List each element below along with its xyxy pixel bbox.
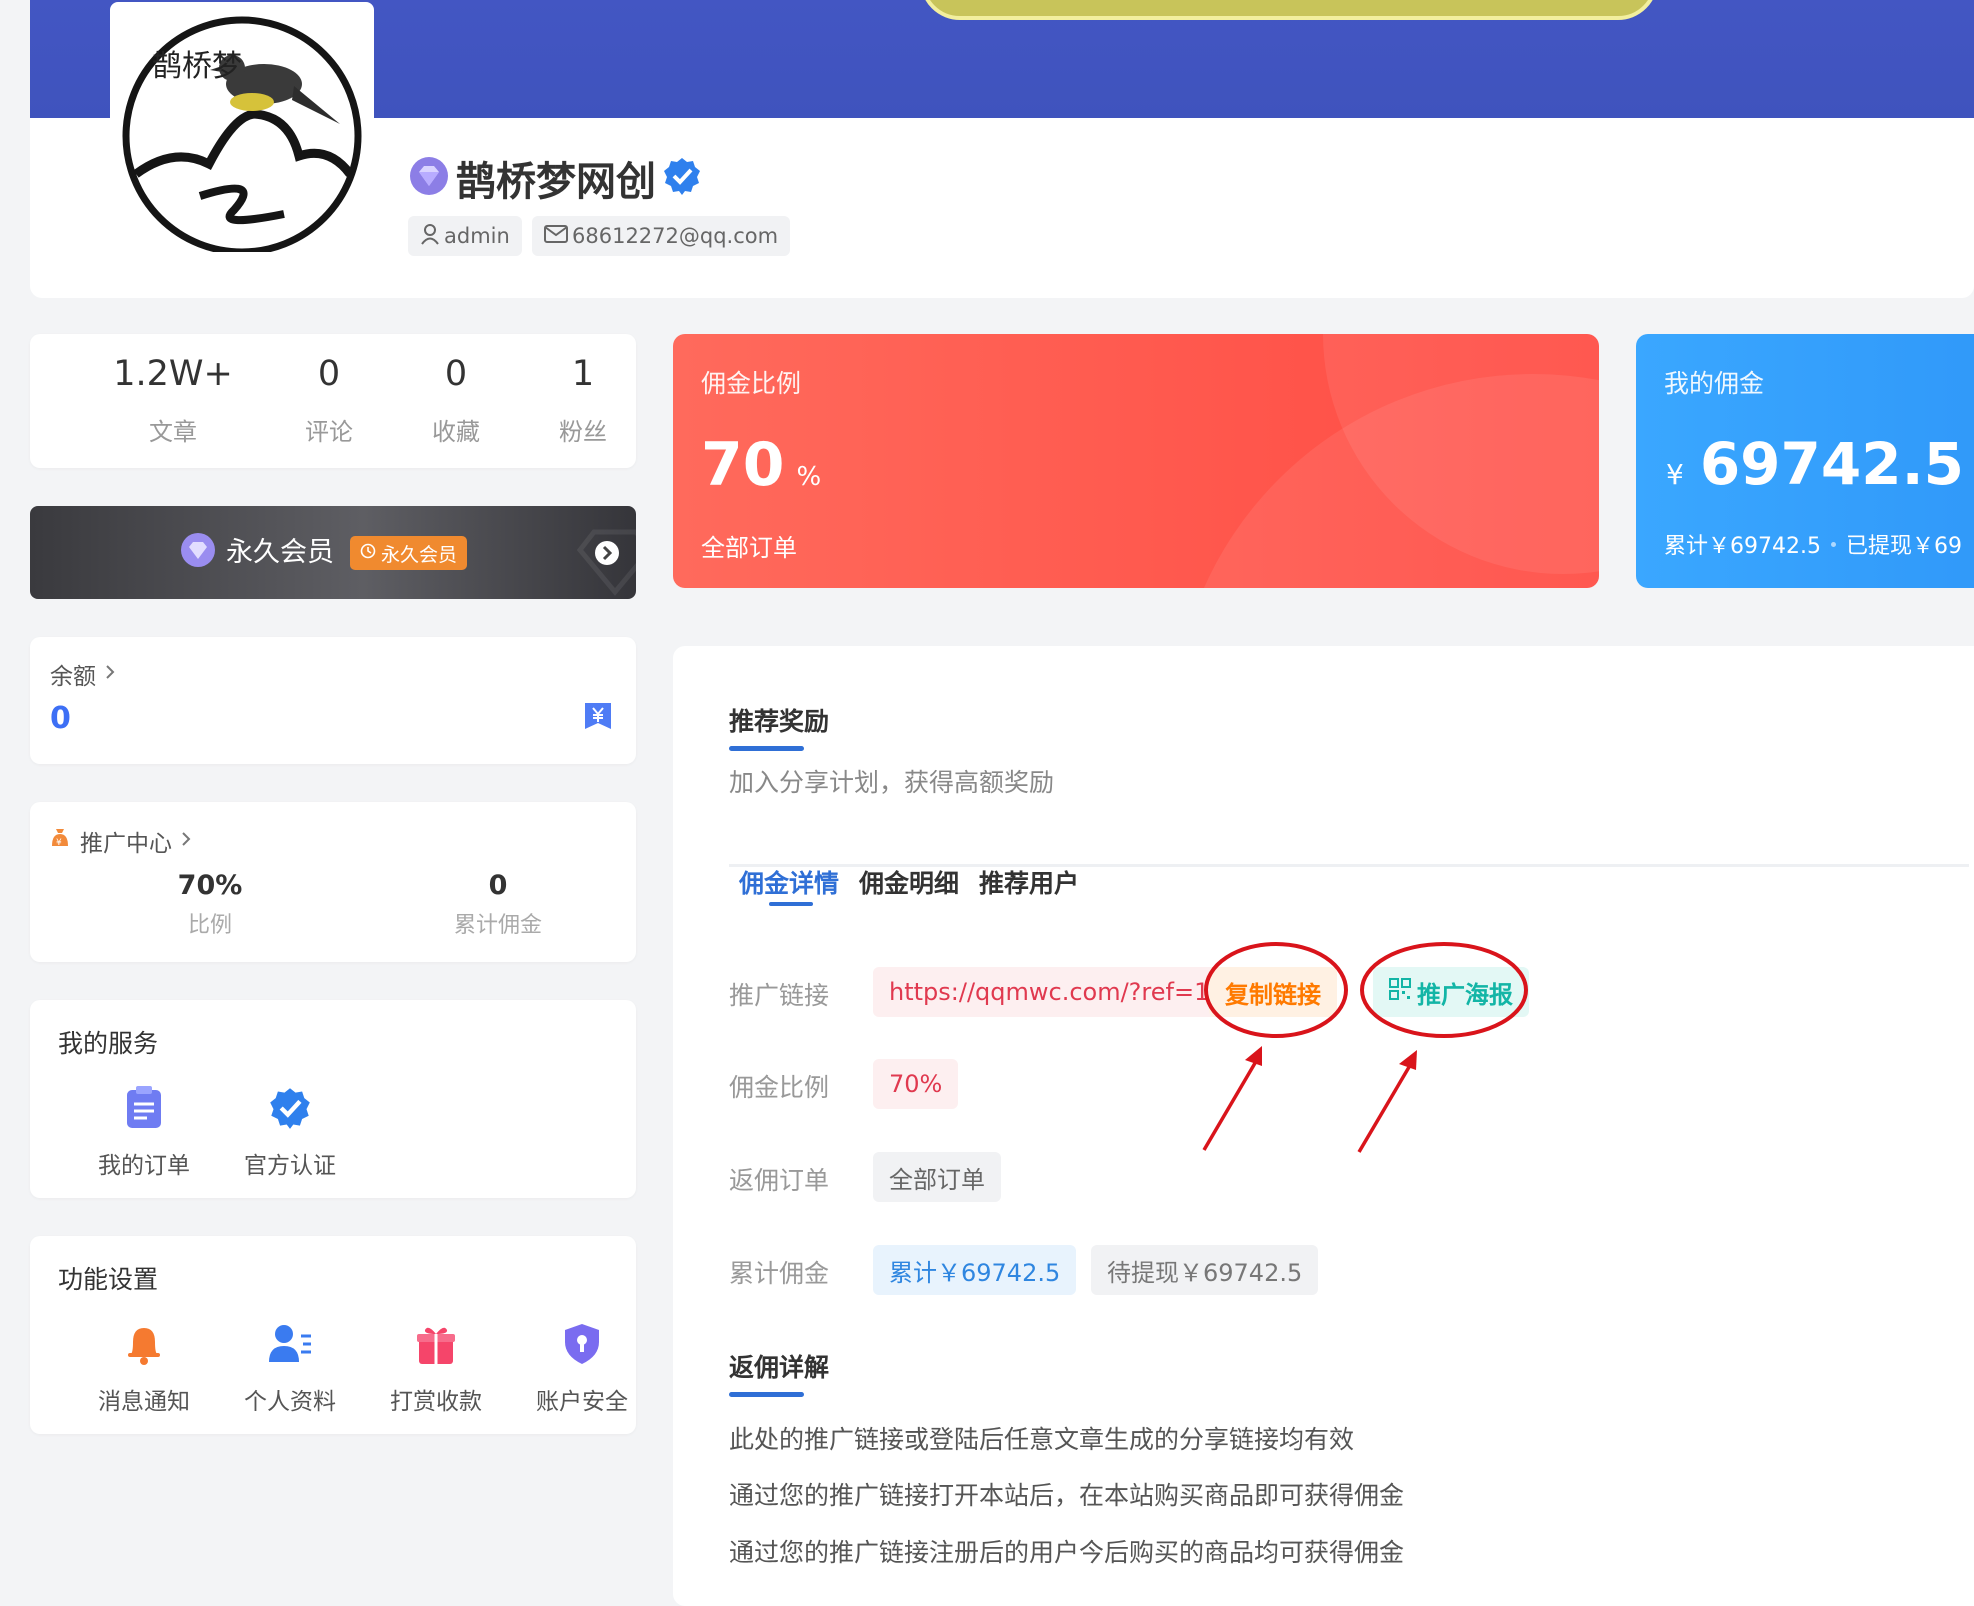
annotation-circle [1360,942,1528,1038]
annotation-arrow [1357,1061,1414,1153]
annotation-arrowhead [1399,1050,1417,1070]
annotation-arrow [1202,1057,1260,1151]
annotation-overlay [1202,942,1528,1153]
annotation-circle [1204,942,1348,1038]
annotation-arrowhead [1245,1046,1262,1066]
